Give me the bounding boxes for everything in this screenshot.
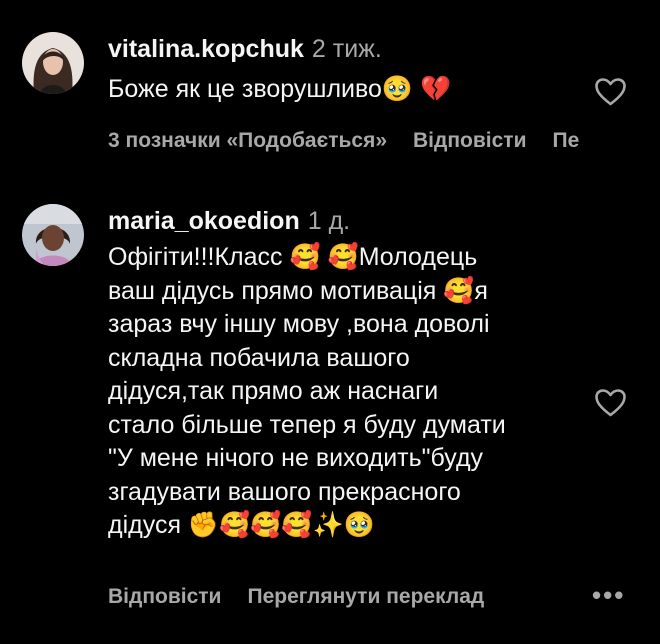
timestamp[interactable]: 2 тиж. bbox=[312, 35, 382, 63]
avatar-image bbox=[22, 204, 84, 266]
avatar[interactable] bbox=[22, 32, 84, 94]
reply-button[interactable]: Відповісти bbox=[108, 585, 221, 608]
username[interactable]: maria_okoedion bbox=[108, 207, 300, 235]
see-translation-button[interactable]: Пе bbox=[552, 129, 579, 152]
avatar-image bbox=[22, 32, 84, 94]
comment-text: Офігіти!!!Класс 🥰 🥰Молодець ваш дідусь п… bbox=[108, 243, 506, 539]
heart-outline-icon[interactable] bbox=[594, 77, 627, 107]
see-translation-button[interactable]: Переглянути переклад bbox=[247, 585, 484, 608]
avatar[interactable] bbox=[22, 204, 84, 266]
reply-button[interactable]: Відповісти bbox=[413, 129, 526, 152]
likes-count-link[interactable]: 3 позначки «Подобається» bbox=[108, 129, 387, 152]
comment-actions: 3 позначки «Подобається» Відповісти Пе bbox=[108, 128, 605, 154]
comment-header: maria_okoedion 1 д. bbox=[108, 206, 350, 236]
heart-outline-icon[interactable] bbox=[594, 388, 627, 418]
comment-actions: Відповісти Переглянути переклад bbox=[108, 584, 510, 610]
comment-header: vitalina.kopchuk 2 тиж. bbox=[108, 34, 382, 64]
timestamp[interactable]: 1 д. bbox=[308, 207, 350, 235]
username[interactable]: vitalina.kopchuk bbox=[108, 35, 304, 63]
more-options-icon[interactable]: ••• bbox=[592, 582, 625, 608]
comment-text: Боже як це зворушливо🥹 💔 bbox=[108, 75, 452, 103]
